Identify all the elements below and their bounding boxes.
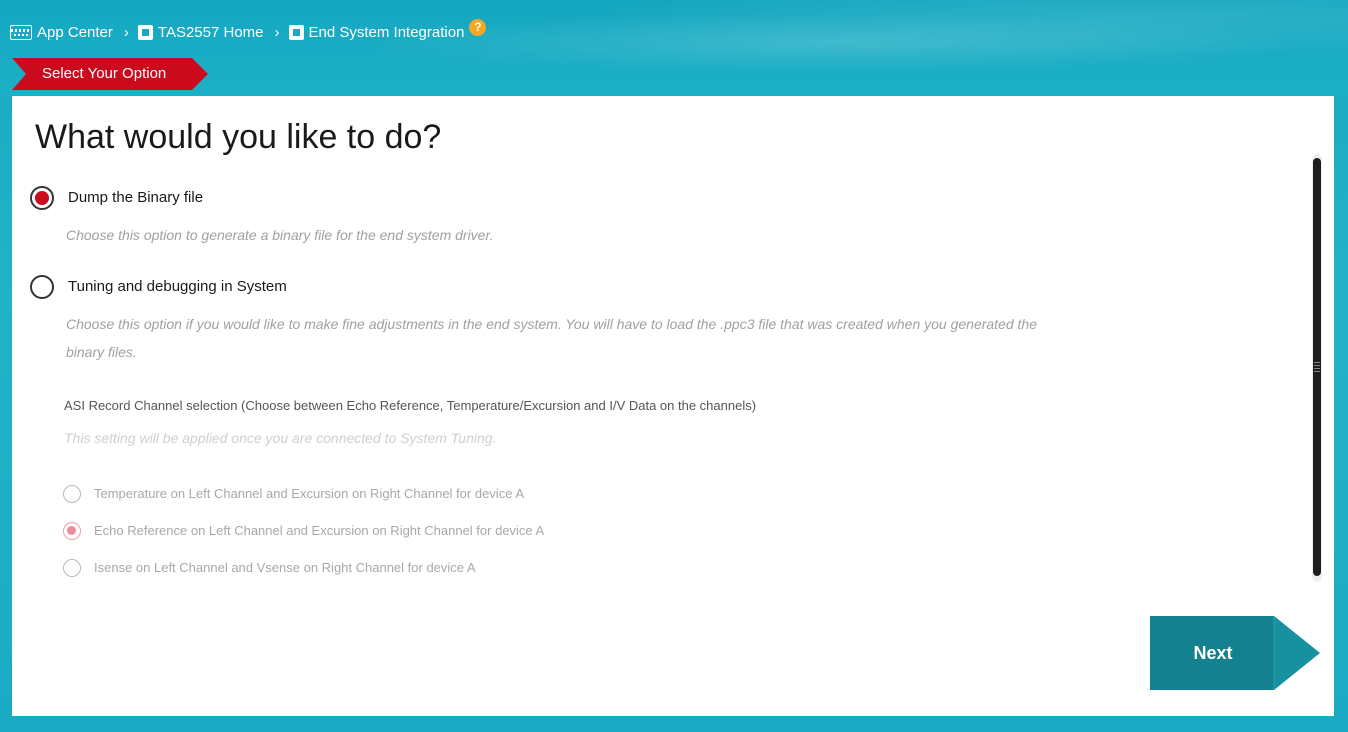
next-button-label: Next bbox=[1193, 643, 1233, 663]
asi-channel-selection-note: This setting will be applied once you ar… bbox=[64, 430, 497, 446]
app-center-icon bbox=[10, 24, 32, 40]
breadcrumb: App Center › TAS2557 Home › End System I… bbox=[10, 18, 487, 44]
breadcrumb-app-center[interactable]: App Center bbox=[10, 24, 113, 41]
page-title: What would you like to do? bbox=[35, 118, 442, 156]
breadcrumb-tas2557-home[interactable]: TAS2557 Home bbox=[137, 23, 264, 41]
tuning-debugging-description-line1: Choose this option if you would like to … bbox=[66, 316, 1037, 332]
chip-icon bbox=[137, 24, 153, 40]
tuning-debugging-label[interactable]: Tuning and debugging in System bbox=[68, 278, 287, 295]
step-tab-select-option: Select Your Option bbox=[12, 58, 208, 90]
dump-binary-radio[interactable] bbox=[30, 186, 54, 210]
main-panel: What would you like to do? Dump the Bina… bbox=[12, 96, 1334, 716]
asi-temperature-excursion-radio[interactable] bbox=[63, 485, 81, 503]
next-button[interactable]: Next bbox=[1150, 616, 1320, 690]
breadcrumb-end-system-integration[interactable]: End System Integration bbox=[288, 23, 465, 41]
tuning-debugging-radio[interactable] bbox=[30, 275, 54, 299]
scrollbar-grip-icon bbox=[1314, 362, 1320, 374]
scrollbar-thumb[interactable] bbox=[1313, 158, 1321, 576]
dump-binary-description: Choose this option to generate a binary … bbox=[66, 227, 494, 243]
breadcrumb-label: End System Integration bbox=[308, 23, 465, 41]
help-icon[interactable]: ? bbox=[469, 18, 487, 36]
chip-icon bbox=[288, 24, 304, 40]
breadcrumb-label: TAS2557 Home bbox=[157, 23, 264, 41]
tuning-debugging-description-line2: binary files. bbox=[66, 344, 137, 360]
asi-isense-vsense-radio[interactable] bbox=[63, 559, 81, 577]
asi-temperature-excursion-label[interactable]: Temperature on Left Channel and Excursio… bbox=[94, 486, 524, 501]
asi-isense-vsense-label[interactable]: Isense on Left Channel and Vsense on Rig… bbox=[94, 560, 476, 575]
breadcrumb-label: App Center bbox=[37, 23, 113, 41]
dump-binary-label[interactable]: Dump the Binary file bbox=[68, 189, 203, 206]
breadcrumb-separator: › bbox=[123, 23, 129, 41]
asi-echo-reference-radio[interactable] bbox=[63, 522, 81, 540]
asi-channel-selection-label: ASI Record Channel selection (Choose bet… bbox=[64, 398, 757, 413]
breadcrumb-separator: › bbox=[274, 23, 280, 41]
asi-echo-reference-label[interactable]: Echo Reference on Left Channel and Excur… bbox=[94, 523, 544, 538]
header-bar bbox=[0, 0, 1348, 96]
